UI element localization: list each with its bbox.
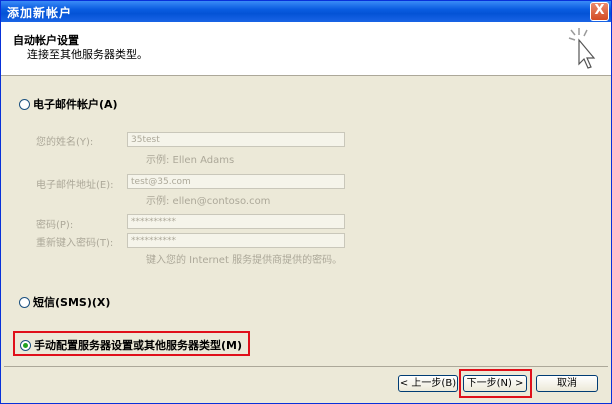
sms-label: 短信(SMS)(X): [33, 296, 111, 309]
email-account-label: 电子邮件帐户(A): [33, 98, 118, 111]
password-label: 密码(P):: [36, 220, 74, 231]
close-button[interactable]: X: [590, 2, 609, 21]
next-button[interactable]: 下一步(N) >: [463, 375, 527, 392]
page-subtitle: 连接至其他服务器类型。: [27, 48, 148, 61]
radio-dot-selected: [20, 339, 31, 351]
wizard-cursor-icon: [568, 28, 596, 69]
cancel-button[interactable]: 取消: [536, 375, 598, 392]
name-hint: 示例: Ellen Adams: [146, 155, 235, 166]
add-account-dialog: 添加新帐户 X 自动帐户设置 连接至其他服务器类型。 电子邮件帐户(A) 您的姓…: [0, 0, 612, 404]
email-field[interactable]: test@35.com: [127, 174, 345, 189]
email-hint: 示例: ellen@contoso.com: [146, 196, 271, 207]
manual-config-radio[interactable]: 手动配置服务器设置或其他服务器类型(M): [20, 337, 242, 353]
manual-config-label: 手动配置服务器设置或其他服务器类型(M): [34, 339, 242, 352]
sms-radio[interactable]: 短信(SMS)(X): [19, 294, 110, 310]
divider: [4, 366, 608, 367]
password-field[interactable]: **********: [127, 214, 345, 229]
retype-password-field[interactable]: **********: [127, 233, 345, 248]
email-label: 电子邮件地址(E):: [36, 180, 114, 191]
back-button[interactable]: < 上一步(B): [398, 375, 458, 392]
email-account-radio[interactable]: 电子邮件帐户(A): [19, 96, 118, 112]
name-field[interactable]: 35test: [127, 132, 345, 147]
wizard-header: 自动帐户设置 连接至其他服务器类型。: [1, 22, 611, 76]
wizard-content: 电子邮件帐户(A) 您的姓名(Y): 35test 示例: Ellen Adam…: [4, 76, 608, 365]
name-label: 您的姓名(Y):: [36, 137, 94, 148]
password-hint: 键入您的 Internet 服务提供商提供的密码。: [146, 255, 343, 266]
retype-password-label: 重新键入密码(T):: [36, 238, 114, 249]
radio-dot: [19, 98, 30, 110]
title-bar: 添加新帐户 X: [1, 1, 611, 22]
window-title: 添加新帐户: [7, 6, 73, 20]
radio-dot: [19, 296, 30, 308]
